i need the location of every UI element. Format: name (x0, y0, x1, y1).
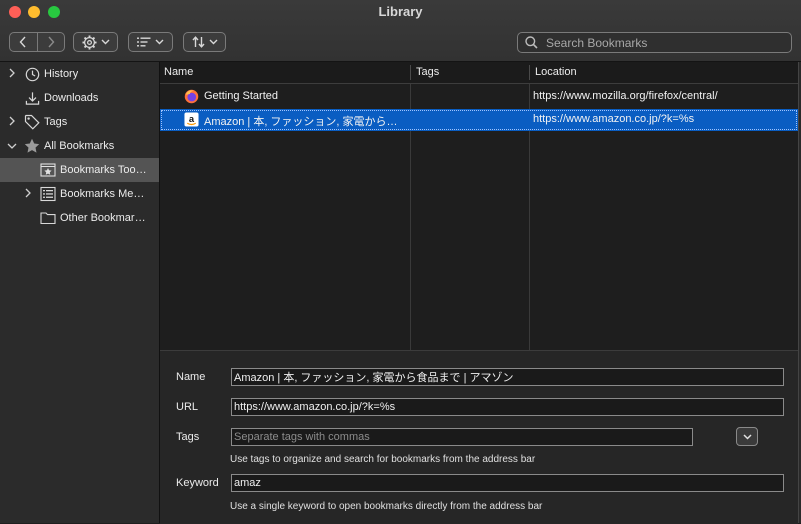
chevron-left-icon (19, 36, 26, 48)
firefox-icon (184, 89, 199, 104)
chevron-down-icon (742, 433, 752, 440)
chevron-down-icon (209, 39, 217, 45)
chevron-down-icon (155, 39, 164, 45)
bookmark-details-panel: Name URL Tags Use tags to organize and s… (160, 350, 798, 524)
sidebar: History Downloads Tags All Bookmarks Boo… (0, 62, 160, 523)
svg-text:a: a (189, 114, 195, 124)
gear-icon (81, 34, 97, 50)
window-title: Library (378, 4, 423, 19)
table-row[interactable]: a Amazon | 本, ファッション, 家電から… https://www.… (160, 109, 798, 131)
views-button[interactable] (128, 32, 173, 52)
column-divider[interactable] (529, 65, 530, 80)
url-label: URL (176, 401, 199, 413)
chevron-right-icon (48, 36, 55, 48)
column-divider[interactable] (410, 65, 411, 80)
chevron-right-icon[interactable] (7, 116, 17, 129)
forward-button[interactable] (38, 33, 65, 51)
sidebar-item-label: Tags (44, 116, 68, 128)
sidebar-item-tags[interactable]: Tags (0, 110, 159, 134)
keyword-label: Keyword (176, 477, 219, 489)
tag-icon (24, 114, 40, 130)
table-header: Name Tags Location (160, 62, 798, 84)
chevron-down-icon[interactable] (7, 140, 17, 152)
bookmarks-table: Name Tags Location Getting Started https… (160, 62, 798, 350)
column-header-name[interactable]: Name (164, 66, 193, 78)
name-label: Name (176, 371, 206, 383)
chevron-down-icon (101, 39, 109, 45)
bookmarks-menu-icon (40, 186, 56, 202)
chevron-right-icon[interactable] (23, 188, 33, 201)
keyword-hint: Use a single keyword to open bookmarks d… (230, 501, 543, 512)
column-header-location[interactable]: Location (535, 66, 577, 78)
table-row[interactable]: Getting Started https://www.mozilla.org/… (160, 86, 798, 108)
sidebar-item-bookmarks-menu[interactable]: Bookmarks Me… (0, 182, 159, 206)
sidebar-item-label: Bookmarks Me… (60, 188, 145, 200)
sidebar-item-label: All Bookmarks (44, 140, 115, 152)
bookmarks-toolbar-icon (40, 162, 56, 178)
tags-dropdown-button[interactable] (736, 427, 758, 446)
sidebar-item-label: Bookmarks Too… (60, 164, 147, 176)
sidebar-item-label: Downloads (44, 92, 99, 104)
title-bar: Library (0, 0, 801, 62)
organize-button[interactable] (73, 32, 118, 52)
sidebar-item-downloads[interactable]: Downloads (0, 86, 159, 110)
bookmark-location: https://www.mozilla.org/firefox/central/ (533, 90, 718, 102)
list-view-icon (137, 37, 151, 47)
navigation-buttons (9, 32, 65, 52)
search-field[interactable] (517, 32, 792, 53)
sort-arrows-icon (191, 36, 205, 48)
import-export-button[interactable] (183, 32, 226, 52)
keyword-field[interactable] (231, 474, 784, 492)
name-field[interactable] (231, 368, 784, 386)
bookmark-location: https://www.amazon.co.jp/?k=%s (533, 113, 695, 125)
clock-icon (24, 66, 40, 82)
star-icon (24, 138, 40, 154)
search-input[interactable] (544, 34, 788, 51)
sidebar-item-all-bookmarks[interactable]: All Bookmarks (0, 134, 159, 158)
sidebar-item-history[interactable]: History (0, 62, 159, 86)
back-button[interactable] (10, 33, 37, 51)
tags-label: Tags (176, 431, 200, 443)
library-window: Library Search Bookmarks History Downloa… (0, 0, 801, 524)
sidebar-item-bookmarks-toolbar[interactable]: Bookmarks Too… (0, 158, 159, 182)
column-header-tags[interactable]: Tags (416, 66, 439, 78)
chevron-right-icon[interactable] (7, 68, 17, 81)
sidebar-item-label: Other Bookmar… (60, 212, 146, 224)
bookmark-name: Getting Started (204, 90, 278, 102)
tags-field[interactable] (231, 428, 693, 446)
url-field[interactable] (231, 398, 784, 416)
tags-hint: Use tags to organize and search for book… (230, 454, 536, 465)
sidebar-item-other-bookmarks[interactable]: Other Bookmar… (0, 206, 159, 230)
download-icon (24, 90, 40, 106)
amazon-icon: a (184, 112, 199, 127)
search-icon (525, 36, 538, 49)
sidebar-item-label: History (44, 68, 79, 80)
folder-icon (40, 210, 56, 226)
bookmark-name: Amazon | 本, ファッション, 家電から… (204, 116, 398, 128)
